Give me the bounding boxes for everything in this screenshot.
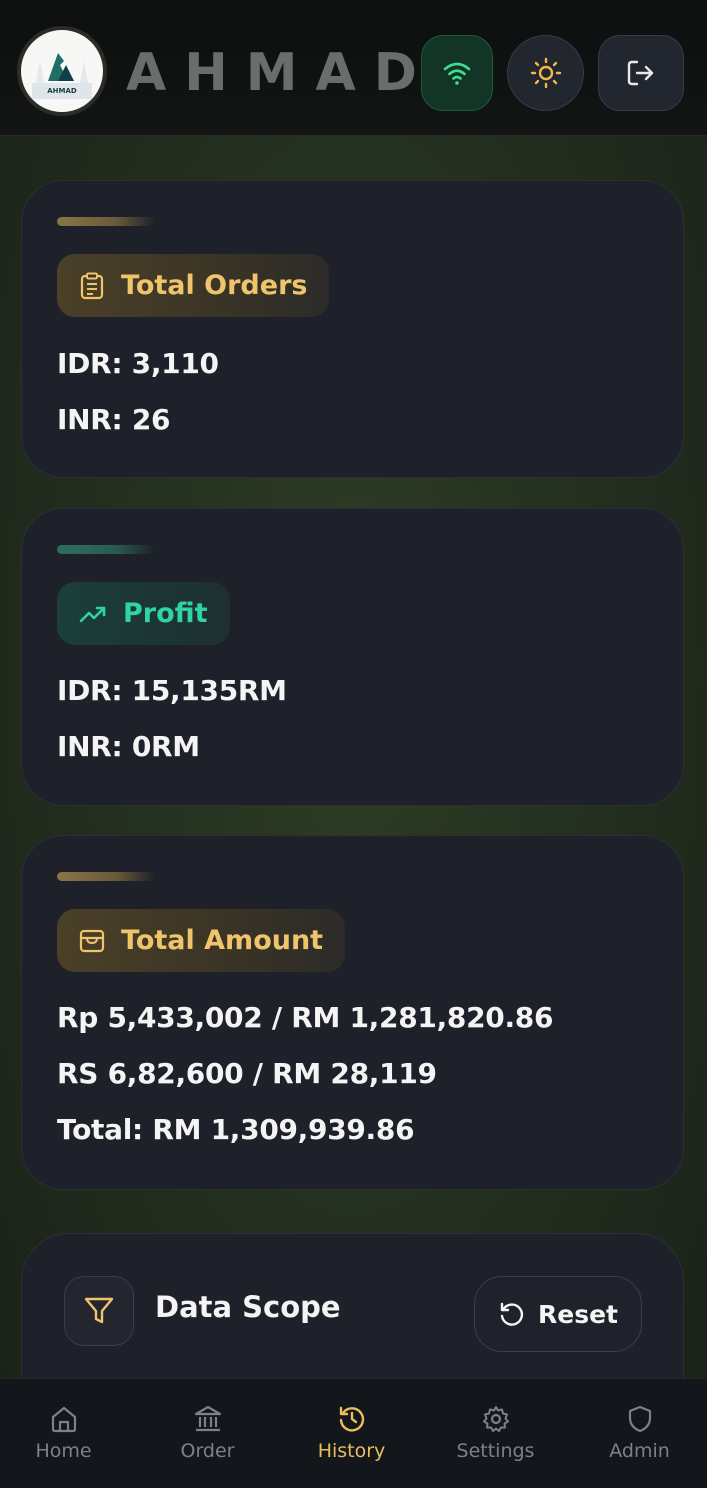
connection-button[interactable] (421, 35, 493, 111)
shield-icon (628, 1405, 651, 1433)
nav-label-history: History (317, 1440, 386, 1462)
amount-rp-value: Rp 5,433,002 / RM 1,281,820.86 (57, 1001, 554, 1034)
nav-label-home: Home (35, 1440, 92, 1462)
amount-total-value: Total: RM 1,309,939.86 (57, 1113, 415, 1146)
theme-toggle-button[interactable] (507, 35, 584, 111)
history-icon (339, 1406, 364, 1432)
nav-label-order: Order (180, 1440, 235, 1462)
wallet-icon (79, 929, 105, 952)
bottom-navigation: Home Order History Settings Admin (0, 1378, 707, 1488)
nav-item-history[interactable]: History (281, 1379, 422, 1488)
card-accent-bar (57, 217, 155, 226)
bank-icon (194, 1405, 221, 1432)
app-logo: AHMAD (17, 26, 107, 116)
app-header: AHMAD AHMAD (0, 0, 707, 136)
trending-up-icon (79, 606, 106, 622)
total-orders-title: Total Orders (121, 270, 308, 301)
total-amount-card: Total Amount Rp 5,433,002 / RM 1,281,820… (21, 835, 684, 1190)
wifi-icon (443, 62, 471, 85)
profit-idr-value: IDR: 15,135RM (57, 674, 287, 707)
logout-icon (627, 60, 654, 86)
profit-badge: Profit (57, 582, 230, 645)
orders-inr-value: INR: 26 (57, 403, 171, 436)
gear-icon (482, 1406, 509, 1432)
profit-card: Profit IDR: 15,135RM INR: 0RM (21, 508, 684, 806)
nav-item-admin[interactable]: Admin (569, 1379, 707, 1488)
nav-item-order[interactable]: Order (137, 1379, 278, 1488)
nav-label-settings: Settings (456, 1440, 535, 1462)
card-accent-bar (57, 872, 155, 881)
orders-idr-value: IDR: 3,110 (57, 347, 219, 380)
reset-label: Reset (538, 1299, 618, 1329)
data-scope-title: Data Scope (155, 1290, 341, 1324)
card-accent-bar (57, 545, 155, 554)
sun-icon (530, 57, 561, 89)
nav-item-settings[interactable]: Settings (425, 1379, 566, 1488)
brand-name: AHMAD (126, 43, 435, 103)
filter-icon (84, 1297, 114, 1324)
reset-icon (500, 1302, 524, 1326)
filter-button[interactable] (64, 1276, 134, 1346)
svg-text:AHMAD: AHMAD (47, 87, 77, 95)
clipboard-icon (80, 272, 104, 299)
nav-item-home[interactable]: Home (0, 1379, 134, 1488)
amount-rs-value: RS 6,82,600 / RM 28,119 (57, 1057, 437, 1090)
total-amount-title: Total Amount (121, 925, 324, 956)
profit-inr-value: INR: 0RM (57, 730, 200, 763)
total-amount-badge: Total Amount (57, 909, 346, 972)
nav-label-admin: Admin (609, 1440, 670, 1462)
total-orders-badge: Total Orders (57, 254, 330, 317)
home-icon (51, 1406, 76, 1433)
logout-button[interactable] (598, 35, 684, 111)
profit-title: Profit (123, 598, 208, 629)
total-orders-card: Total Orders IDR: 3,110 INR: 26 (21, 180, 684, 478)
logo-mark-icon: AHMAD (32, 53, 92, 99)
reset-button[interactable]: Reset (474, 1276, 642, 1352)
